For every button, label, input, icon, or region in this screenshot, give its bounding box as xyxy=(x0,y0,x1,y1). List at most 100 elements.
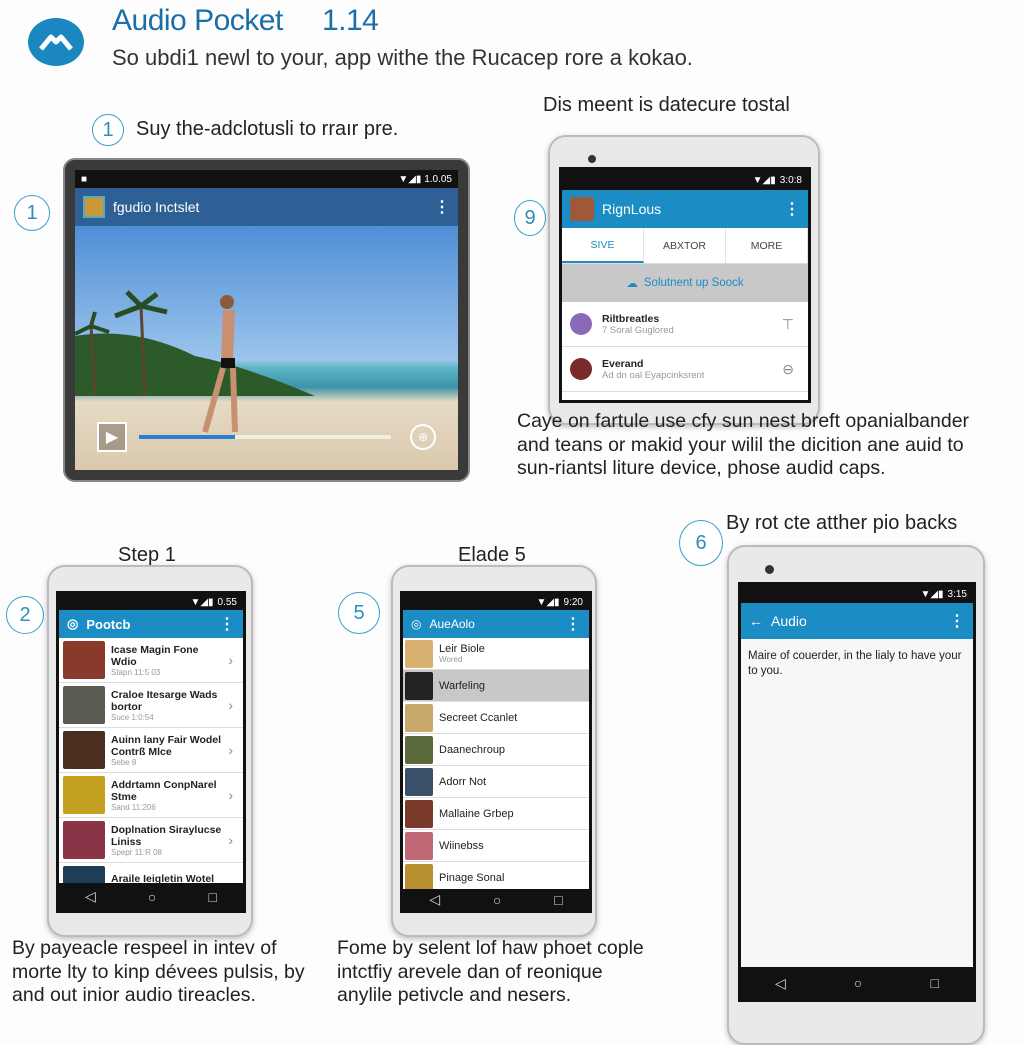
list-item[interactable]: Warfeling xyxy=(403,670,589,702)
step-number-badge: 1 xyxy=(14,195,50,231)
status-time: 0.55 xyxy=(217,596,237,608)
text-line: and teans or makid your wilil the diciti… xyxy=(517,433,964,456)
tab-bar: SIVE ABXTOR MORE xyxy=(562,228,808,264)
seek-bar[interactable] xyxy=(139,435,391,439)
nav-bar: ◁ ○ □ xyxy=(403,889,589,910)
list-item[interactable]: Wiinebss xyxy=(403,830,589,862)
list-item[interactable]: Icase Magin Fone Wdio Stapn 11:5 03 › xyxy=(59,638,243,683)
action-icon[interactable]: ⊤ xyxy=(782,316,800,333)
back-icon[interactable]: ◁ xyxy=(775,975,786,992)
item-subtitle: Wored xyxy=(439,655,463,664)
nav-bar: ◁ ○ □ xyxy=(741,967,973,999)
back-arrow-icon[interactable]: ← xyxy=(749,613,763,629)
item-title: Riltbreatles xyxy=(602,312,660,325)
fullscreen-button[interactable]: ⊕ xyxy=(410,424,436,450)
fullscreen-icon: ⊕ xyxy=(417,430,429,444)
camera xyxy=(588,155,596,163)
text-line: intctfiy arevele dan of reonique xyxy=(337,960,603,983)
step-number-badge: 9 xyxy=(514,200,546,236)
chevron-right-icon: › xyxy=(228,742,233,758)
overflow-menu-icon[interactable]: ⋮ xyxy=(949,611,965,631)
app-logo-icon: ◎ xyxy=(67,616,79,631)
app-bar: ◎ Pootcb ⋮ xyxy=(59,610,243,638)
step-number-badge: 2 xyxy=(6,596,44,634)
seek-bar-fill xyxy=(139,435,235,439)
camera xyxy=(765,565,774,574)
list-item[interactable]: Adorr Not xyxy=(403,766,589,798)
tablet-screen: ■ ▼◢▮ 1.0.05 fgudio Inctslet ⋮ ▶ ⊕ xyxy=(75,170,458,470)
list-item[interactable]: Craloe Itesarge Wads bortor Suce 1:0:54 › xyxy=(59,683,243,728)
description-left: By payeacle respeel in intev of morte lt… xyxy=(12,937,305,1008)
item-title: Icase Magin Fone Wdio xyxy=(111,643,199,668)
list-item[interactable]: Araile Ieigletin Wotel Pepultrol › xyxy=(59,863,243,883)
list-item[interactable]: Everand Ad dn oal Eyapcinksrent ⊖ xyxy=(562,347,808,392)
step-caption: Step 1 xyxy=(118,544,176,566)
overflow-menu-icon[interactable]: ⋮ xyxy=(434,197,450,217)
text-line: anylile petivcle and nesers. xyxy=(337,984,572,1006)
play-button[interactable]: ▶ xyxy=(97,422,127,452)
item-title: Warfeling xyxy=(439,679,486,692)
list-item[interactable]: Auinn lany Fair Wodel Contrß Mlce Sebe 8 › xyxy=(59,728,243,773)
item-title: Adorr Not xyxy=(439,775,487,788)
album-art-thumbnail xyxy=(405,767,433,796)
overflow-menu-icon[interactable]: ⋮ xyxy=(565,614,581,634)
phone-device: ▼◢▮ 3:0:8 RignLous ⋮ SIVE ABXTOR MORE ☁ Solu… xyxy=(548,135,820,425)
cloud-icon: ☁ xyxy=(626,278,638,290)
app-title: RignLous xyxy=(602,201,662,217)
album-art-thumbnail xyxy=(63,866,105,883)
phone-screen: ▼◢▮ 3:15 ← Audio ⋮ Maire of couerder, in th… xyxy=(738,582,976,1002)
phone-screen: ▼◢▮ 0.55 ◎ Pootcb ⋮ Icase Magin Fone Wdio St… xyxy=(56,591,246,913)
item-title: Araile Ieigletin Wotel Pepultrol xyxy=(111,873,215,883)
tab-2[interactable]: MORE xyxy=(726,228,808,263)
item-title: Addrtamn ConpNarel Stme xyxy=(111,778,217,803)
home-icon[interactable]: ○ xyxy=(493,892,501,908)
recents-icon[interactable]: □ xyxy=(930,975,938,991)
overflow-menu-icon[interactable]: ⋮ xyxy=(784,199,800,219)
item-title: Leir Biole xyxy=(439,643,485,655)
list-item[interactable]: Addrtamn ConpNarel Stme Sand 11:206 › xyxy=(59,773,243,818)
list-item[interactable]: Riltbreatles 7 Soral Guglored ⊤ xyxy=(562,302,808,347)
app-title: fgudio Inctslet xyxy=(113,199,200,215)
app-bar: RignLous ⋮ xyxy=(562,190,808,228)
avatar xyxy=(570,197,594,221)
tab-0[interactable]: SIVE xyxy=(562,228,644,263)
back-icon[interactable]: ◁ xyxy=(85,888,96,905)
list-item[interactable]: Doplnation Siraylucse Liniss Spepr 11:R 0… xyxy=(59,818,243,863)
text-line: and out inior audio tireacles. xyxy=(12,984,256,1006)
phone-device: ▼◢▮ 9:20 ◎ AueAolo ⋮ Leir Biole Wored Warfeli… xyxy=(391,565,597,937)
sync-banner[interactable]: ☁ Solutnent up Soock xyxy=(562,264,808,302)
tab-1[interactable]: ABXTOR xyxy=(644,228,726,263)
text-line: Caye on fartule use cfy sun nest breft o… xyxy=(517,410,970,432)
item-title: Mallaine Grbep xyxy=(439,807,514,820)
content-text: Maire of couerder, in the lialy to have … xyxy=(741,639,973,967)
list-item[interactable]: Pinage Sonal xyxy=(403,862,589,889)
item-title: Doplnation Siraylucse Liniss xyxy=(111,823,222,848)
step-number-badge: 1 xyxy=(92,114,124,146)
video-player[interactable]: ▶ ⊕ xyxy=(75,226,458,470)
home-icon[interactable]: ○ xyxy=(148,889,156,905)
album-art-thumbnail xyxy=(63,731,105,769)
app-bar: ◎ AueAolo ⋮ xyxy=(403,610,589,638)
page-subtitle: So ubdi1 newl to your, app withe the Ruc… xyxy=(112,45,693,70)
list-item[interactable]: Secreet Ccanlet xyxy=(403,702,589,734)
status-bar: ▼◢▮ 3:0:8 xyxy=(562,170,808,190)
back-icon[interactable]: ◁ xyxy=(429,891,440,908)
item-title: Wiinebss xyxy=(439,839,484,852)
album-art-thumbnail xyxy=(405,671,433,700)
section-heading: Dis meent is datecure tostal xyxy=(543,94,790,116)
status-bar: ■ ▼◢▮ 1.0.05 xyxy=(75,170,458,188)
list-item[interactable]: Mallaine Grbep xyxy=(403,798,589,830)
list-item[interactable]: Daanechroup xyxy=(403,734,589,766)
section-heading: By rot cte atther pio backs xyxy=(726,512,958,534)
album-art-thumbnail xyxy=(405,703,433,732)
chevron-right-icon: › xyxy=(228,652,233,668)
chevron-right-icon: › xyxy=(228,697,233,713)
status-bar: ▼◢▮ 0.55 xyxy=(59,594,243,610)
recents-icon[interactable]: □ xyxy=(208,889,216,905)
overflow-menu-icon[interactable]: ⋮ xyxy=(219,614,235,634)
wifi-signal-icon: ▼◢▮ xyxy=(752,174,776,186)
list-item[interactable]: Leir Biole Wored xyxy=(403,638,589,670)
recents-icon[interactable]: □ xyxy=(554,892,562,908)
action-icon[interactable]: ⊖ xyxy=(782,361,800,378)
home-icon[interactable]: ○ xyxy=(854,975,862,991)
